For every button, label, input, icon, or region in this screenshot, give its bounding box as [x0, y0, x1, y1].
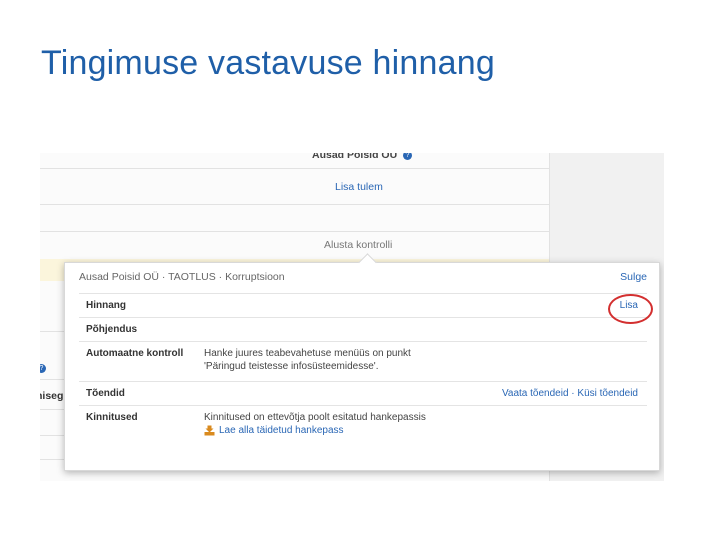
popover-breadcrumb: Ausad Poisid OÜ · TAOTLUS · Korruptsioon [79, 271, 285, 283]
highlight-oval [608, 294, 653, 324]
start-check-link[interactable]: Alusta kontrolli [324, 239, 392, 251]
download-link-label: Lae alla täidetud hankepass [219, 425, 344, 436]
divider [40, 168, 549, 169]
value-line: Kinnitused on ettevõtja poolt esitatud h… [204, 412, 426, 423]
add-result-link[interactable]: Lisa tulem [335, 181, 383, 193]
assessment-row: Hinnang Lisa [79, 293, 647, 318]
automatic-check-value: Hanke juures teabevahetuse menüüs on pun… [204, 347, 411, 373]
divider [40, 231, 549, 232]
confirmations-value: Kinnitused on ettevõtja poolt esitatud h… [204, 411, 426, 440]
condition-popover: Ausad Poisid OÜ · TAOTLUS · Korruptsioon… [64, 253, 660, 471]
close-link[interactable]: Sulge [620, 271, 647, 283]
row-label: Automaatne kontroll [86, 348, 184, 359]
evidence-links[interactable]: Vaata tõendeid · Küsi tõendeid [502, 388, 638, 399]
evidence-row: Tõendid Vaata tõendeid · Küsi tõendeid [79, 381, 647, 406]
value-line: 'Päringud teistesse infosüsteemidesse'. [204, 361, 379, 372]
slide-title: Tingimuse vastavuse hinnang [41, 44, 495, 82]
truncated-label: niseg [40, 390, 64, 402]
app-screenshot: Ausad Poisid OÜ ? Lisa tulem Alusta kont… [40, 153, 664, 481]
row-label: Tõendid [86, 388, 125, 399]
automatic-check-row: Automaatne kontroll Hanke juures teabeva… [79, 341, 647, 382]
value-line: Hanke juures teabevahetuse menüüs on pun… [204, 348, 411, 359]
confirmations-row: Kinnitused Kinnitused on ettevõtja poolt… [79, 405, 647, 446]
justification-row: Põhjendus [79, 317, 647, 342]
row-label: Põhjendus [86, 324, 138, 335]
download-icon [204, 425, 215, 436]
company-name: Ausad Poisid OÜ [312, 153, 398, 161]
download-passport-link[interactable]: Lae alla täidetud hankepass [204, 424, 344, 437]
divider [40, 204, 549, 205]
row-label: Kinnitused [86, 412, 138, 423]
row-label: Hinnang [86, 300, 126, 311]
